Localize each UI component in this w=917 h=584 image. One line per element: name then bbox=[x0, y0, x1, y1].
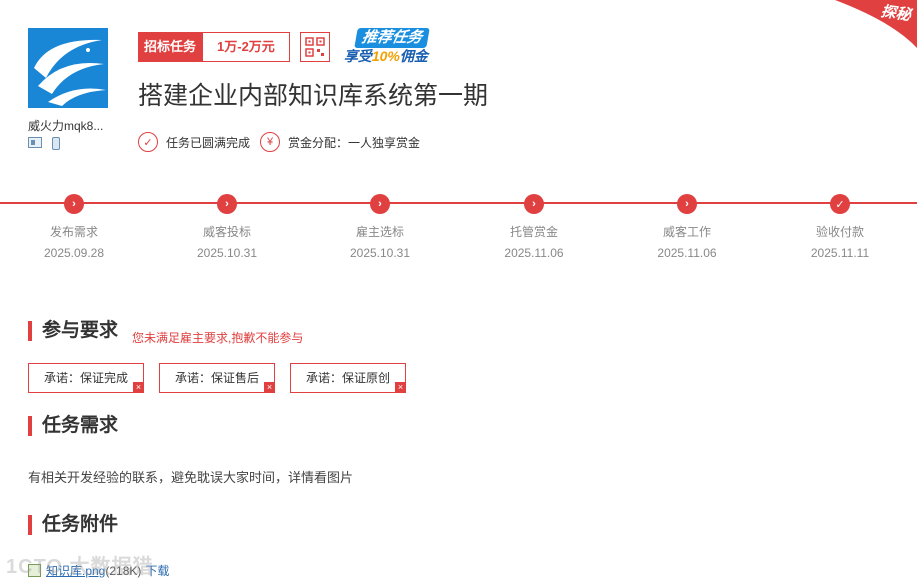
step-date: 2025.11.06 bbox=[504, 246, 564, 260]
chevron-right-icon: › bbox=[64, 194, 84, 214]
owner-verification bbox=[28, 137, 60, 150]
task-title: 搭建企业内部知识库系统第一期 bbox=[138, 82, 489, 110]
progress-step: ✓ 验收付款 2025.11.11 bbox=[780, 194, 900, 260]
step-name: 验收付款 bbox=[815, 225, 864, 239]
chevron-right-icon: › bbox=[217, 194, 237, 214]
chevron-right-icon: › bbox=[677, 194, 697, 214]
step-date: 2025.10.31 bbox=[349, 246, 411, 260]
promise-tag: 承诺：保证售后 × bbox=[159, 363, 275, 393]
promo-line2: 享受10%佣金 bbox=[343, 48, 428, 64]
step-name: 威客投标 bbox=[202, 225, 251, 239]
step-name: 发布需求 bbox=[49, 225, 98, 239]
section-title-attachments: 任务附件 bbox=[28, 514, 118, 536]
phone-verified-icon bbox=[52, 137, 60, 150]
check-icon: ✓ bbox=[830, 194, 850, 214]
owner-logo[interactable] bbox=[28, 28, 108, 108]
task-description: 有相关开发经验的联系，避免耽误大家时间，详情看图片 bbox=[28, 470, 354, 485]
close-icon: × bbox=[264, 382, 275, 393]
step-date: 2025.10.31 bbox=[196, 246, 258, 260]
step-name: 托管赏金 bbox=[509, 225, 558, 239]
progress-step: › 威客投标 2025.10.31 bbox=[167, 194, 287, 260]
reward-rule: 赏金分配：一人独享赏金 bbox=[288, 135, 421, 150]
task-tags: 招标任务 1万-2万元 推荐任务 享受10%佣金 bbox=[138, 28, 460, 66]
yen-icon: ¥ bbox=[260, 132, 281, 152]
corner-badge-label: 探秘 bbox=[879, 2, 912, 24]
progress-step: › 雇主选标 2025.10.31 bbox=[320, 194, 440, 260]
promo-line1: 推荐任务 bbox=[354, 28, 430, 48]
chevron-right-icon: › bbox=[524, 194, 544, 214]
step-date: 2025.11.11 bbox=[810, 246, 870, 260]
task-type-tag: 招标任务 bbox=[138, 32, 203, 62]
section-title-requirements: 参与要求 bbox=[28, 320, 118, 342]
step-name: 威客工作 bbox=[662, 225, 711, 239]
task-status: 任务已圆满完成 bbox=[166, 135, 251, 150]
promise-tag: 承诺：保证完成 × bbox=[28, 363, 144, 393]
chevron-right-icon: › bbox=[370, 194, 390, 214]
step-name: 雇主选标 bbox=[355, 225, 404, 239]
check-circle-icon: ✓ bbox=[138, 132, 158, 152]
id-verified-icon bbox=[28, 137, 42, 148]
section-title-needs: 任务需求 bbox=[28, 415, 118, 437]
task-status-row: ✓ 任务已圆满完成 ¥ 赏金分配：一人独享赏金 bbox=[138, 132, 420, 152]
promise-list: 承诺：保证完成 × 承诺：保证售后 × 承诺：保证原创 × bbox=[28, 363, 406, 393]
progress-step: › 威客工作 2025.11.06 bbox=[627, 194, 747, 260]
watermark: 1CTO 大数据猎 bbox=[6, 556, 154, 578]
progress-step: › 托管赏金 2025.11.06 bbox=[474, 194, 594, 260]
progress-step: › 发布需求 2025.09.28 bbox=[14, 194, 134, 260]
owner-name[interactable]: 威火力mqk8... bbox=[28, 117, 103, 134]
step-date: 2025.11.06 bbox=[657, 246, 717, 260]
corner-badge: 探秘 bbox=[835, 0, 917, 48]
requirement-warning: 您未满足雇主要求,抱歉不能参与 bbox=[132, 331, 304, 345]
qrcode-icon[interactable] bbox=[299, 32, 330, 62]
close-icon: × bbox=[395, 382, 406, 393]
promo-badge[interactable]: 推荐任务 享受10%佣金 bbox=[342, 28, 460, 66]
promise-tag: 承诺：保证原创 × bbox=[290, 363, 406, 393]
close-icon: × bbox=[133, 382, 144, 393]
task-amount-tag: 1万-2万元 bbox=[202, 32, 290, 62]
step-date: 2025.09.28 bbox=[43, 246, 105, 260]
